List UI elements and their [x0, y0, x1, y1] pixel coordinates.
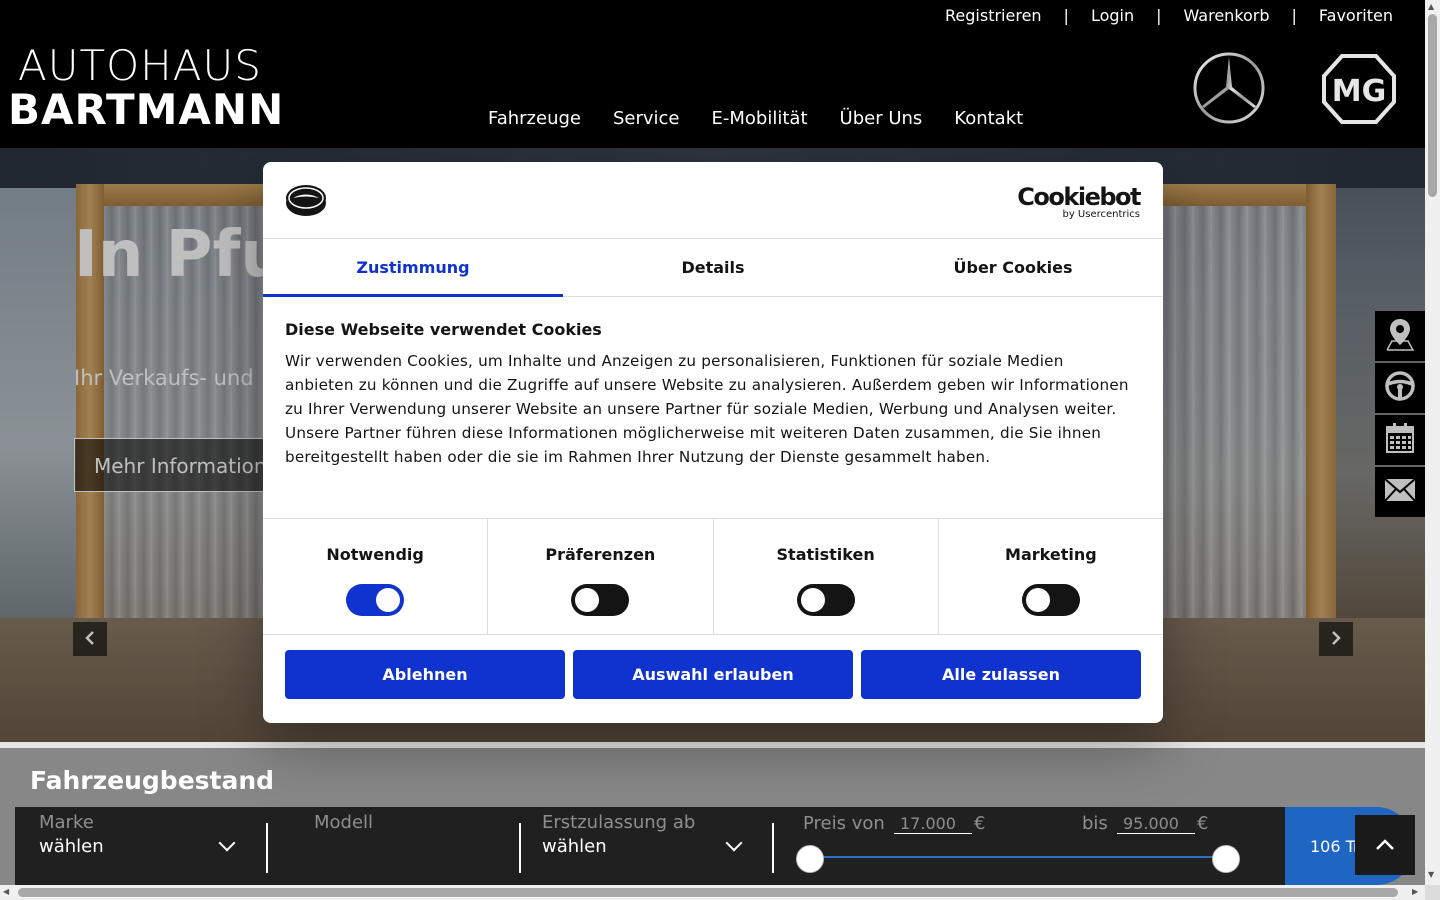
price-to-input[interactable]: 95.000	[1117, 814, 1195, 834]
toggle-knob	[800, 588, 825, 612]
tab-zustimmung[interactable]: Zustimmung	[263, 240, 563, 297]
tab-ueber-cookies[interactable]: Über Cookies	[863, 240, 1163, 296]
scroll-right-icon[interactable]: ▶	[1412, 887, 1418, 896]
cookie-consent-dialog: Cookiebot by Usercentrics Zustimmung Det…	[263, 162, 1163, 723]
dialog-heading: Diese Webseite verwendet Cookies	[285, 320, 602, 339]
erstzulassung-label: Erstzulassung ab	[542, 812, 696, 833]
horizontal-scrollbar[interactable]: ◀ ▶	[0, 885, 1425, 900]
praeferenzen-toggle[interactable]	[571, 584, 630, 616]
price-from-label: Preis von	[803, 813, 885, 834]
nav-fahrzeuge[interactable]: Fahrzeuge	[488, 108, 581, 129]
main-nav: Fahrzeuge Service E-Mobilität Über Uns K…	[488, 108, 1023, 129]
category-label: Statistiken	[776, 545, 875, 564]
category-notwendig: Notwendig	[263, 519, 489, 634]
statistiken-toggle[interactable]	[796, 584, 855, 616]
cookie-categories: Notwendig Präferenzen Statistiken Market…	[263, 518, 1163, 635]
price-slider-max-handle[interactable]	[1212, 845, 1240, 873]
category-marketing: Marketing	[939, 519, 1163, 634]
login-link[interactable]: Login	[1091, 6, 1134, 25]
currency-symbol: €	[974, 813, 986, 834]
mercedes-benz-logo[interactable]	[1192, 51, 1266, 125]
modell-label[interactable]: Modell	[314, 812, 373, 833]
nav-kontakt[interactable]: Kontakt	[954, 108, 1023, 129]
divider	[519, 823, 521, 873]
vehicle-stock-section: Fahrzeugbestand Marke wählen Modell Erst…	[0, 742, 1425, 900]
toggle-knob	[575, 588, 600, 612]
logo-line-1: AUTOHAUS	[18, 41, 262, 90]
category-label: Präferenzen	[545, 545, 656, 564]
currency-symbol: €	[1197, 813, 1209, 834]
marke-label: Marke	[39, 812, 94, 833]
marke-select[interactable]: wählen	[39, 836, 104, 857]
decline-button[interactable]: Ablehnen	[285, 650, 565, 699]
separator: |	[1291, 6, 1297, 25]
svg-text:MG: MG	[1332, 74, 1386, 109]
mg-logo[interactable]: MG	[1322, 52, 1396, 126]
scroll-down-icon[interactable]: ▼	[1428, 870, 1434, 879]
marketing-toggle[interactable]	[1021, 584, 1080, 616]
scroll-up-icon[interactable]: ▲	[1428, 2, 1434, 11]
dialog-buttons: Ablehnen Auswahl erlauben Alle zulassen	[285, 650, 1141, 699]
toggle-knob	[376, 588, 401, 612]
cookie-icon	[285, 184, 327, 217]
category-label: Marketing	[1005, 545, 1097, 564]
vertical-scrollbar[interactable]: ▲ ▼	[1425, 0, 1440, 885]
stock-title: Fahrzeugbestand	[30, 766, 275, 795]
price-slider-track[interactable]	[810, 856, 1226, 858]
logo-line-2: BARTMANN	[8, 85, 285, 134]
scroll-to-top-button[interactable]	[1355, 815, 1415, 875]
cart-link[interactable]: Warenkorb	[1184, 6, 1270, 25]
scrollbar-thumb[interactable]	[1428, 14, 1437, 197]
notwendig-toggle[interactable]	[346, 584, 405, 616]
cookiebot-wordmark: Cookiebot	[1017, 183, 1141, 211]
price-slider-min-handle[interactable]	[796, 845, 824, 873]
category-statistiken: Statistiken	[714, 519, 939, 634]
vehicle-filter-bar: Marke wählen Modell Erstzulassung ab wäh…	[15, 807, 1285, 885]
dialog-body: Diese Webseite verwendet Cookies Wir ver…	[285, 320, 1135, 469]
category-praeferenzen: Präferenzen	[488, 519, 714, 634]
dialog-tabs: Zustimmung Details Über Cookies	[263, 240, 1163, 297]
dialog-header: Cookiebot by Usercentrics	[263, 162, 1163, 239]
chevron-up-icon	[1375, 836, 1395, 855]
dialog-description: Wir verwenden Cookies, um Inhalte und An…	[285, 352, 1129, 466]
scroll-left-icon[interactable]: ◀	[3, 887, 9, 896]
separator: |	[1063, 6, 1069, 25]
cookiebot-brand[interactable]: Cookiebot by Usercentrics	[1017, 183, 1141, 221]
toggle-knob	[1025, 588, 1050, 612]
site-header: Registrieren | Login | Warenkorb | Favor…	[0, 0, 1425, 148]
price-to-label: bis	[1082, 813, 1108, 834]
separator: |	[1156, 6, 1162, 25]
divider	[0, 742, 1425, 748]
divider	[772, 823, 774, 873]
price-from-input[interactable]: 17.000	[894, 814, 972, 834]
top-links: Registrieren | Login | Warenkorb | Favor…	[945, 6, 1393, 25]
allow-selection-button[interactable]: Auswahl erlauben	[573, 650, 853, 699]
nav-service[interactable]: Service	[613, 108, 680, 129]
tab-details[interactable]: Details	[563, 240, 863, 296]
category-label: Notwendig	[326, 545, 424, 564]
scrollbar-corner	[1425, 885, 1440, 900]
favorites-link[interactable]: Favoriten	[1319, 6, 1393, 25]
chevron-down-icon[interactable]	[725, 834, 743, 852]
register-link[interactable]: Registrieren	[945, 6, 1042, 25]
divider	[266, 823, 268, 873]
site-logo[interactable]: AUTOHAUS BARTMANN	[8, 44, 284, 132]
allow-all-button[interactable]: Alle zulassen	[861, 650, 1141, 699]
scrollbar-thumb[interactable]	[18, 888, 1398, 897]
erstzulassung-select[interactable]: wählen	[542, 836, 607, 857]
nav-e-mobilitaet[interactable]: E-Mobilität	[712, 108, 808, 129]
chevron-down-icon[interactable]	[218, 834, 236, 852]
nav-ueber-uns[interactable]: Über Uns	[840, 108, 923, 129]
